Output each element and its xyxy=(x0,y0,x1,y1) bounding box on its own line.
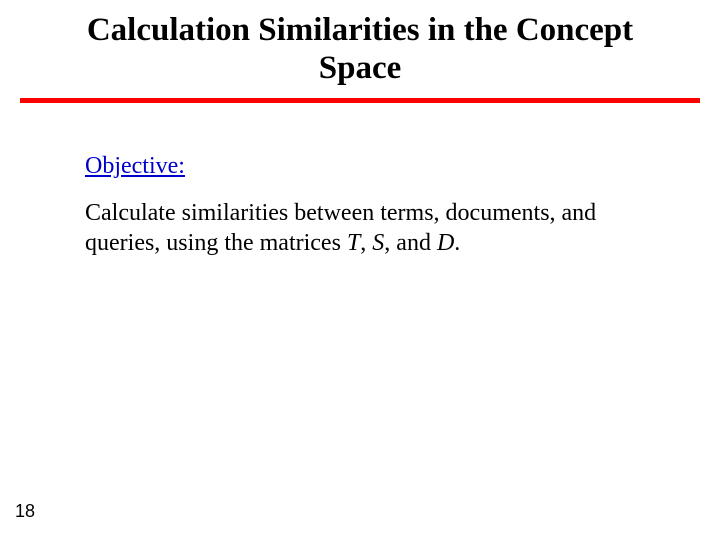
matrix-s: S xyxy=(372,230,384,256)
content-area: Objective: Calculate similarities betwee… xyxy=(0,103,720,258)
body-prefix: Calculate similarities between terms, do… xyxy=(85,200,596,256)
slide: Calculation Similarities in the Concept … xyxy=(0,0,720,540)
matrix-t: T xyxy=(347,230,360,256)
page-number: 18 xyxy=(15,501,35,522)
body-suffix: . xyxy=(454,230,460,256)
slide-title: Calculation Similarities in the Concept … xyxy=(0,0,720,98)
objective-label: Objective: xyxy=(85,153,640,180)
body-text: Calculate similarities between terms, do… xyxy=(85,198,640,258)
sep1: , xyxy=(360,230,372,256)
sep2: , and xyxy=(384,230,437,256)
matrix-d: D xyxy=(437,230,454,256)
